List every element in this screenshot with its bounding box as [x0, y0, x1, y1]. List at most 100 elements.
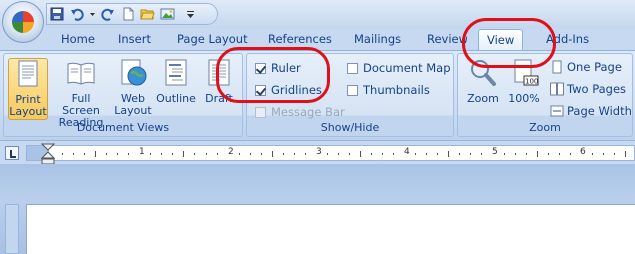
- ruler-tick: [481, 153, 483, 155]
- ruler-tick: [84, 153, 86, 155]
- ruler-tick: [172, 153, 174, 155]
- indent-marker-icon[interactable]: [41, 143, 55, 165]
- zoom-title: Zoom: [529, 121, 561, 134]
- ruler-tick: [282, 153, 284, 155]
- horizontal-ruler[interactable]: 1 2 3 4 5 6: [26, 143, 635, 165]
- ruler-tick: [470, 153, 472, 155]
- gridlines-checkbox[interactable]: Gridlines: [255, 83, 322, 97]
- redo-icon[interactable]: [99, 5, 116, 22]
- two-pages-label: Two Pages: [567, 82, 627, 96]
- zoom-button[interactable]: Zoom: [462, 58, 504, 120]
- ruler-number: 4: [404, 147, 410, 157]
- open-folder-icon[interactable]: [139, 5, 156, 22]
- zoom-100-button[interactable]: 100 100%: [506, 58, 542, 120]
- thumbnails-checkbox-box[interactable]: [347, 84, 358, 96]
- two-pages-button[interactable]: Two Pages: [550, 82, 626, 96]
- ruler-tick: [536, 151, 538, 157]
- ruler-number: 1: [139, 147, 145, 157]
- ruler-number: 2: [228, 147, 234, 157]
- tab-home[interactable]: Home: [61, 32, 95, 50]
- tab-view[interactable]: View: [478, 29, 524, 51]
- web-layout-icon: [121, 59, 147, 86]
- ruler-checkbox-label: Ruler: [271, 61, 301, 75]
- page-width-icon: [550, 105, 564, 117]
- message-bar-checkbox: Message Bar: [255, 105, 345, 119]
- new-document-icon[interactable]: [119, 5, 136, 22]
- message-bar-checkbox-box: [255, 106, 266, 118]
- zoom-label: Zoom: [467, 92, 499, 105]
- ruler-tick: [183, 151, 185, 157]
- ruler-tick: [216, 153, 218, 155]
- ruler-tick: [150, 153, 152, 155]
- one-page-button[interactable]: One Page: [550, 60, 622, 74]
- ruler-tick: [569, 153, 571, 155]
- vertical-ruler[interactable]: [5, 204, 19, 254]
- document-map-checkbox[interactable]: Document Map: [347, 61, 451, 75]
- outline-label: Outline: [156, 92, 196, 105]
- ruler-tick: [95, 151, 97, 157]
- tab-insert[interactable]: Insert: [118, 32, 151, 50]
- ribbon: Print Layout Full Screen Reading Web Lay…: [0, 50, 635, 140]
- ruler-tick: [613, 153, 615, 155]
- message-bar-checkbox-label: Message Bar: [271, 105, 345, 119]
- tab-add-ins[interactable]: Add-Ins: [546, 32, 589, 50]
- undo-dropdown-icon[interactable]: [88, 5, 96, 22]
- ruler-checkbox-box[interactable]: [255, 62, 266, 74]
- draft-button[interactable]: Draft: [202, 58, 236, 120]
- page-width-button[interactable]: Page Width: [550, 104, 632, 118]
- document-views-group: Print Layout Full Screen Reading Web Lay…: [3, 53, 243, 137]
- ruler-tick: [371, 153, 373, 155]
- ruler-tick: [426, 153, 428, 155]
- ruler-tick: [117, 153, 119, 155]
- ruler-tick: [128, 153, 130, 155]
- save-icon[interactable]: [48, 5, 65, 22]
- ruler-tick: [514, 153, 516, 155]
- tab-references[interactable]: References: [268, 32, 332, 50]
- thumbnails-checkbox[interactable]: Thumbnails: [347, 83, 430, 97]
- full-screen-reading-label-1: Full Screen: [62, 92, 100, 117]
- ruler-tick: [326, 153, 328, 155]
- tab-review[interactable]: Review: [427, 32, 467, 50]
- ruler-tick: [260, 153, 262, 155]
- document-page[interactable]: [26, 204, 635, 254]
- ruler-number: 6: [580, 147, 586, 157]
- insert-picture-icon[interactable]: [159, 5, 176, 22]
- gridlines-checkbox-box[interactable]: [255, 84, 266, 96]
- ruler-number: 5: [492, 147, 498, 157]
- ruler-tick: [73, 153, 75, 155]
- outline-button[interactable]: Outline: [154, 58, 198, 120]
- page-width-label: Page Width: [567, 104, 632, 118]
- draft-icon: [208, 59, 230, 86]
- ruler-tick: [161, 153, 163, 155]
- gridlines-checkbox-label: Gridlines: [271, 83, 322, 97]
- zoom-group: Zoom 100 100% One Page Two Pages Page Wi…: [457, 53, 633, 137]
- ruler-tick: [437, 153, 439, 155]
- ruler-tick: [62, 153, 64, 155]
- outline-icon: [165, 59, 187, 86]
- undo-icon[interactable]: [68, 5, 85, 22]
- office-button[interactable]: [2, 1, 44, 43]
- full-screen-reading-button[interactable]: Full Screen Reading: [52, 58, 110, 129]
- one-page-label: One Page: [567, 60, 622, 74]
- print-layout-button[interactable]: Print Layout: [8, 58, 48, 120]
- tab-page-layout[interactable]: Page Layout: [177, 32, 248, 50]
- ruler-tick: [448, 151, 450, 157]
- ruler-row: 1 2 3 4 5 6: [0, 140, 635, 165]
- tab-stop-selector[interactable]: [5, 146, 19, 160]
- tab-mailings[interactable]: Mailings: [354, 32, 401, 50]
- ruler-checkbox[interactable]: Ruler: [255, 61, 301, 75]
- draft-label: Draft: [205, 92, 233, 105]
- ruler-tick: [415, 153, 417, 155]
- title-bar: [0, 0, 635, 28]
- ruler-tick: [337, 153, 339, 155]
- ruler-tick: [304, 153, 306, 155]
- document-map-checkbox-box[interactable]: [347, 62, 358, 74]
- customize-dropdown-icon[interactable]: [185, 5, 195, 22]
- web-layout-button[interactable]: Web Layout: [114, 58, 152, 120]
- zoom-100-icon: 100: [514, 59, 539, 86]
- thumbnails-checkbox-label: Thumbnails: [363, 83, 430, 97]
- ruler-tick: [194, 153, 196, 155]
- one-page-icon: [552, 60, 562, 74]
- ruler-tick: [624, 151, 626, 157]
- ribbon-tabs: Home Insert Page Layout References Maili…: [0, 28, 635, 51]
